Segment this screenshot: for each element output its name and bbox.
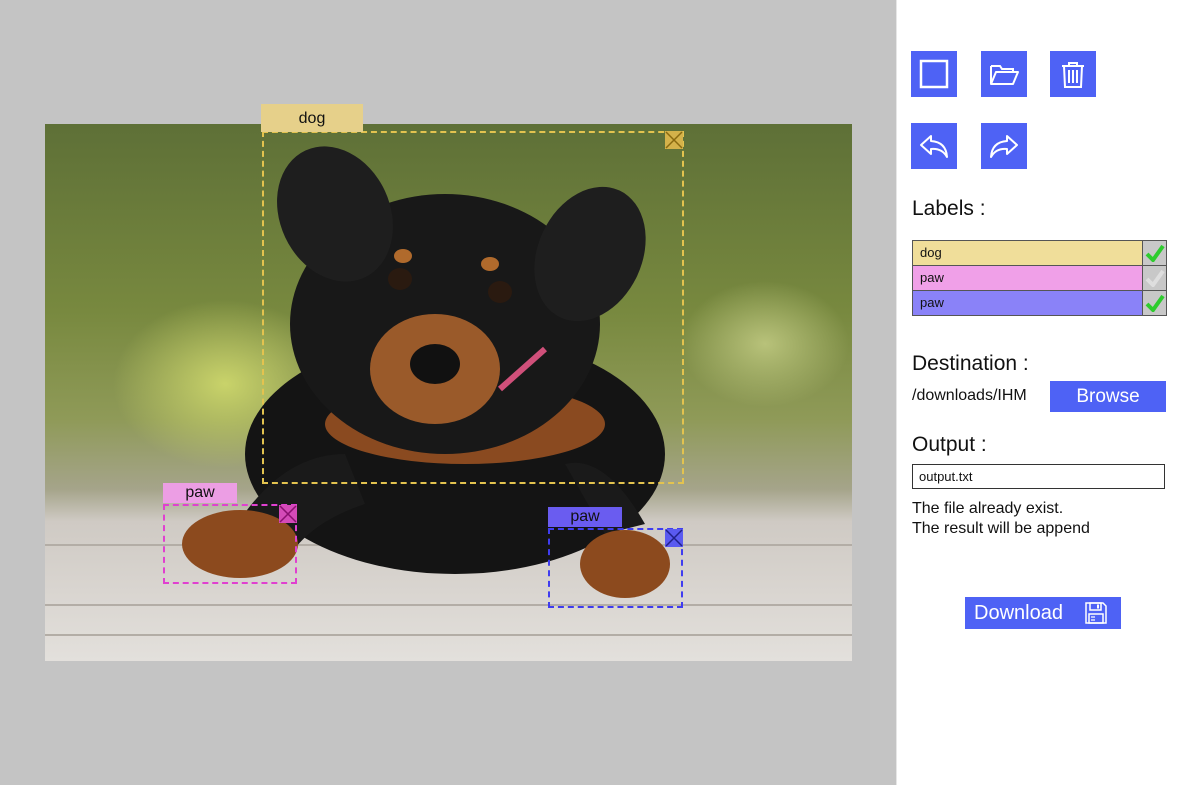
label-row-paw[interactable]: paw [913, 291, 1166, 315]
checkmark-icon [1145, 294, 1165, 312]
download-button[interactable]: Download [965, 597, 1121, 629]
image-canvas[interactable]: dog paw paw [0, 0, 896, 785]
label-visibility-toggle[interactable] [1143, 241, 1166, 265]
destination-title: Destination : [912, 352, 1029, 375]
output-title: Output : [912, 433, 987, 456]
label-name: paw [913, 266, 1143, 290]
redo-icon [990, 135, 1018, 158]
delete-button[interactable] [1050, 51, 1096, 97]
remove-annotation-dog-icon[interactable] [665, 131, 683, 149]
floppy-disk-icon [1085, 602, 1107, 624]
annotation-box-paw-right[interactable] [548, 528, 683, 608]
sidebar-panel: Labels : dog paw paw Destination: /down… [896, 0, 1182, 785]
download-label: Download [974, 602, 1063, 624]
output-warning-line2: The result will be append [912, 520, 1090, 537]
rectangle-tool-button[interactable] [911, 51, 957, 97]
square-icon [919, 59, 949, 89]
redo-button[interactable] [981, 123, 1027, 169]
remove-annotation-paw-left-icon[interactable] [279, 505, 297, 523]
checkmark-icon [1145, 244, 1165, 262]
labels-list: dog paw paw [912, 240, 1167, 316]
open-folder-button[interactable] [981, 51, 1027, 97]
label-visibility-toggle[interactable] [1143, 291, 1166, 315]
undo-icon [920, 135, 948, 158]
annotation-tag-paw-left: paw [163, 483, 237, 503]
checkmark-icon [1145, 269, 1165, 287]
annotation-box-dog[interactable] [262, 131, 684, 484]
label-name: dog [913, 241, 1143, 265]
output-warning-line1: The file already exist. [912, 500, 1064, 517]
undo-button[interactable] [911, 123, 957, 169]
browse-button[interactable]: Browse [1050, 381, 1166, 412]
trash-icon [1062, 62, 1084, 88]
annotation-tag-dog: dog [261, 104, 363, 132]
label-visibility-toggle[interactable] [1143, 266, 1166, 290]
destination-path: /downloads/IHM [912, 387, 1027, 404]
annotation-box-paw-left[interactable] [163, 504, 297, 584]
output-filename-field[interactable] [912, 464, 1165, 489]
label-row-paw[interactable]: paw [913, 266, 1166, 291]
label-row-dog[interactable]: dog [913, 241, 1166, 266]
labels-title: Labels : [912, 197, 986, 220]
remove-annotation-paw-right-icon[interactable] [665, 529, 683, 547]
folder-open-icon [990, 65, 1019, 85]
label-name: paw [913, 291, 1143, 315]
annotation-tag-paw-right: paw [548, 507, 622, 527]
